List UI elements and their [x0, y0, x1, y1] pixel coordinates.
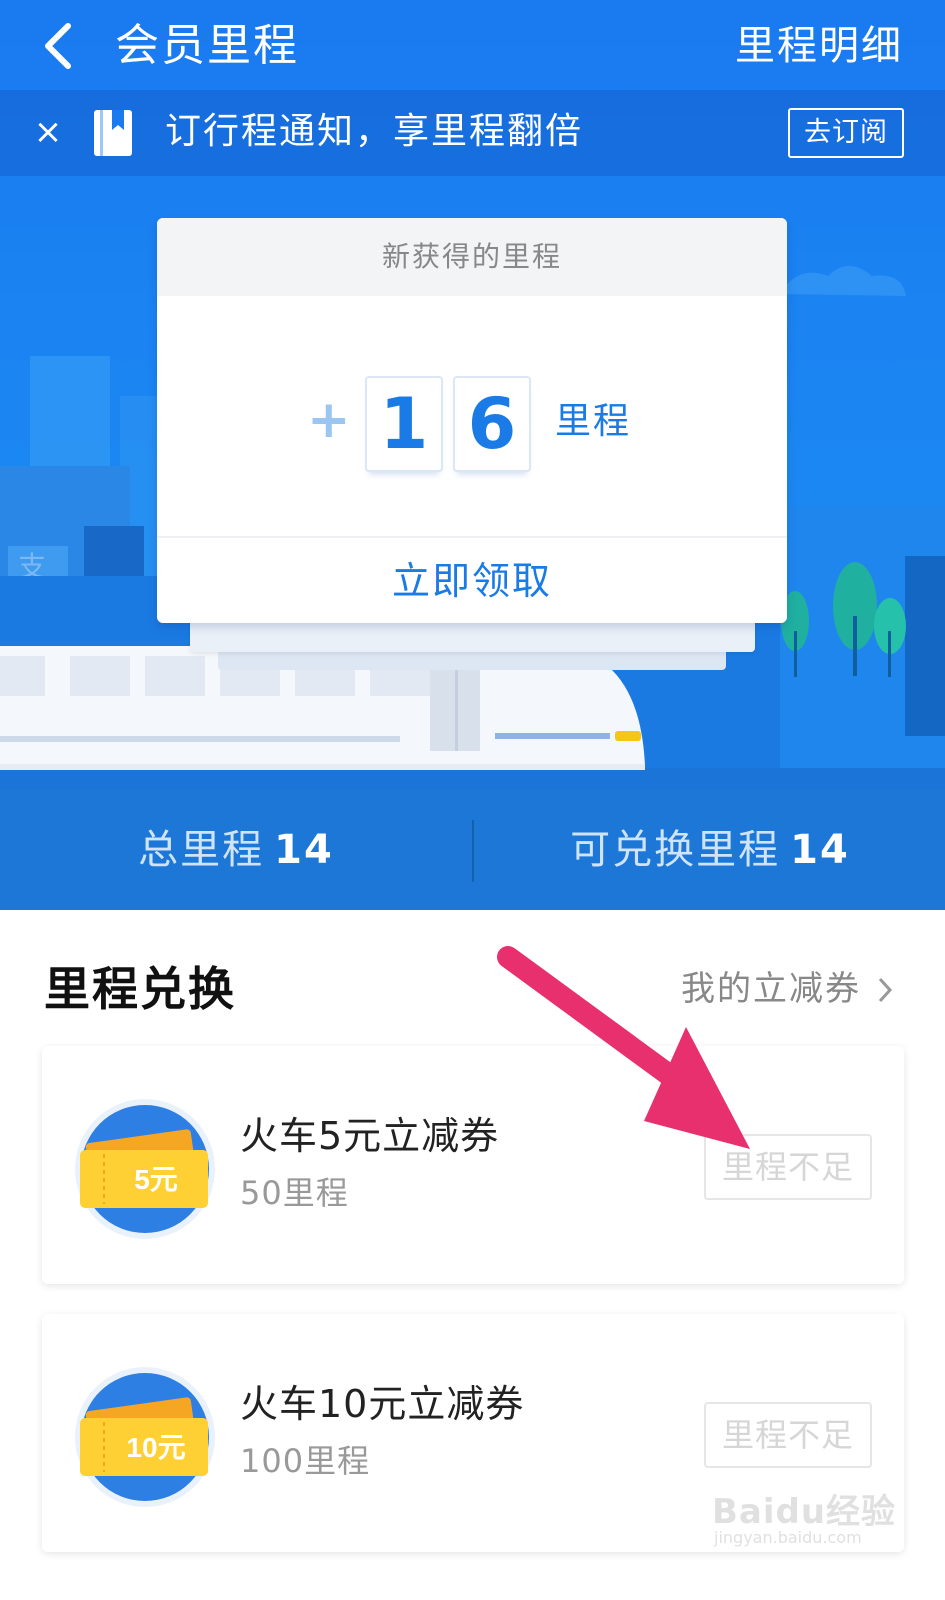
coupon-cost: 50里程 [240, 1174, 349, 1212]
baidu-jingyan-watermark: Baidu经验 jingyan.baidu.com [712, 1480, 912, 1560]
exchangeable-mileage-label: 可兑换里程 [570, 827, 781, 873]
notice-text: 订行程通知，享里程翻倍 [165, 111, 584, 152]
section-title: 里程兑换 [44, 962, 236, 1016]
total-mileage-label: 总里程 [138, 827, 265, 873]
subscribe-button[interactable]: 去订阅 [788, 108, 904, 158]
mileage-digit-2: 6 [453, 376, 531, 472]
subscribe-notice-bar: × 订行程通知，享里程翻倍 去订阅 [0, 90, 945, 176]
nav-bar: 会员里程 里程明细 [0, 0, 945, 92]
new-mileage-card: 新获得的里程 + 1 6 里程 立即领取 [157, 218, 787, 623]
total-mileage-value: 14 [274, 827, 334, 873]
hero-header: 会员里程 里程明细 × 订行程通知，享里程翻倍 去订阅 支 新获得的里程 + 1… [0, 0, 945, 910]
claim-now-button[interactable]: 立即领取 [157, 540, 787, 623]
back-arrow-icon[interactable] [38, 18, 78, 74]
card-divider [157, 536, 787, 538]
total-mileage: 总里程 14 [0, 790, 472, 910]
ticket-icon: 10元 [75, 1367, 215, 1507]
insufficient-mileage-button[interactable]: 里程不足 [704, 1402, 872, 1468]
chevron-right-icon[interactable] [877, 976, 893, 1004]
mileage-stats-bar: 总里程 14 可兑换里程 14 [0, 790, 945, 910]
bookmark-icon [94, 110, 132, 156]
ticket-badge-10: 10元 [126, 1432, 185, 1463]
annotation-arrow-icon [497, 946, 750, 1149]
mileage-detail-link[interactable]: 里程明细 [735, 16, 903, 76]
mileage-unit: 里程 [555, 401, 632, 442]
ticket-icon: 5元 [75, 1099, 215, 1239]
coupon-name: 火车10元立减券 [240, 1382, 525, 1426]
exchangeable-mileage: 可兑换里程 14 [474, 790, 945, 910]
page-title: 会员里程 [115, 20, 299, 71]
ticket-badge-5: 5元 [134, 1164, 178, 1195]
coupon-cost: 100里程 [240, 1442, 371, 1480]
close-icon[interactable]: × [30, 110, 66, 154]
coupon-name: 火车5元立减券 [240, 1114, 500, 1158]
watermark-brand: Baidu经验 [712, 1492, 897, 1532]
watermark-url: jingyan.baidu.com [714, 1528, 862, 1547]
card-title: 新获得的里程 [157, 218, 787, 296]
mileage-digit-1: 1 [365, 376, 443, 472]
exchangeable-mileage-value: 14 [790, 827, 850, 873]
plus-sign: + [307, 390, 351, 450]
